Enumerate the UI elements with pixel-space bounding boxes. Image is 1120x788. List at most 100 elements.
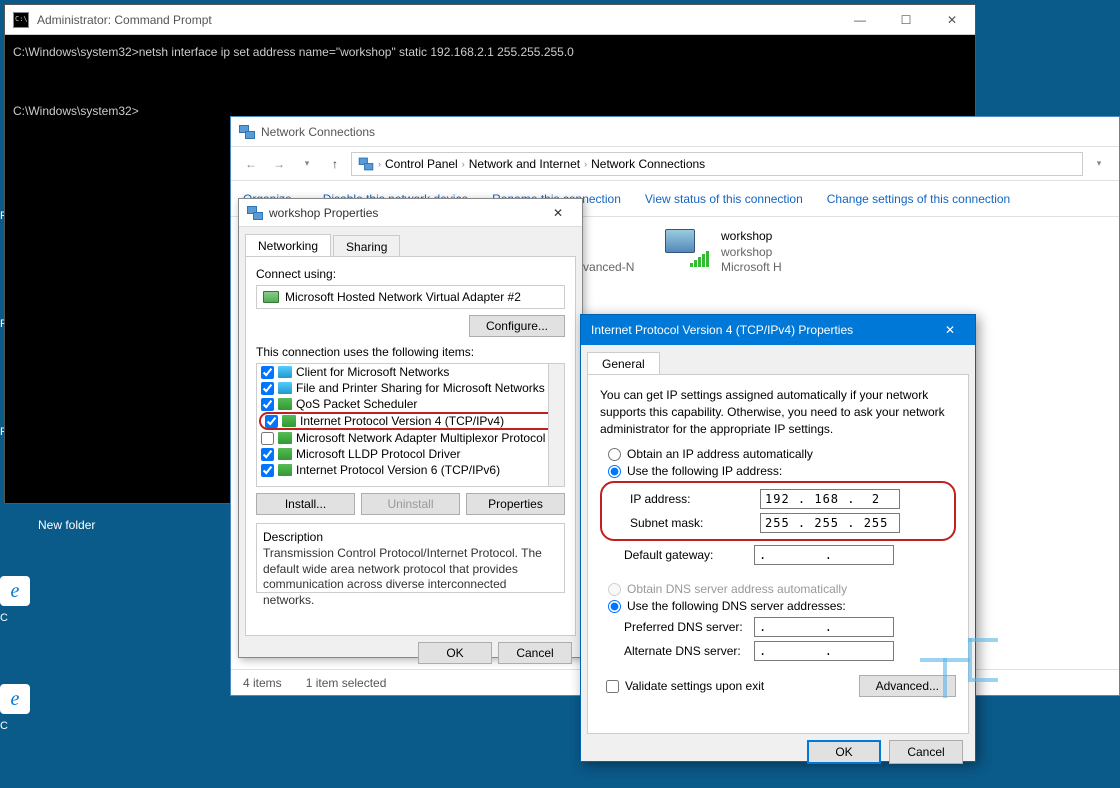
nc-title: Network Connections [261,125,1119,139]
radio[interactable] [608,448,621,461]
radio-dns-manual[interactable]: Use the following DNS server addresses: [608,599,956,613]
wifi-icon [663,229,711,267]
chevron-right-icon: › [462,159,465,169]
alternate-dns-label: Alternate DNS server: [624,644,754,658]
checkbox[interactable] [261,382,274,395]
checkbox[interactable] [261,366,274,379]
list-item[interactable]: Internet Protocol Version 6 (TCP/IPv6) [257,462,564,478]
ip-address-input[interactable] [760,489,900,509]
ie-icon[interactable]: e [0,684,30,714]
breadcrumb-item[interactable]: Network Connections [591,157,705,171]
protocol-icon [278,432,292,444]
clipped-text: C [0,718,8,734]
ipv4-body: You can get IP settings assigned automat… [587,374,969,734]
network-icon [359,157,373,170]
protocol-icon [278,398,292,410]
radio-obtain-auto[interactable]: Obtain an IP address automatically [608,447,956,461]
list-item[interactable]: File and Printer Sharing for Microsoft N… [257,380,564,396]
change-settings-button[interactable]: Change settings of this connection [827,192,1010,206]
description-text: Transmission Control Protocol/Internet P… [263,546,558,608]
view-status-button[interactable]: View status of this connection [645,192,803,206]
cmd-titlebar[interactable]: Administrator: Command Prompt — ☐ ✕ [5,5,975,35]
subnet-mask-input[interactable] [760,513,900,533]
minimize-button[interactable]: — [837,5,883,35]
validate-checkbox[interactable] [606,680,619,693]
list-item[interactable]: Microsoft Network Adapter Multiplexor Pr… [257,430,564,446]
up-button[interactable]: ↑ [323,152,347,176]
radio[interactable] [608,600,621,613]
ok-button[interactable]: OK [807,740,881,764]
checkbox[interactable] [261,398,274,411]
preferred-dns-label: Preferred DNS server: [624,620,754,634]
radio[interactable] [608,465,621,478]
breadcrumb-item[interactable]: Control Panel [385,157,458,171]
list-item[interactable]: QoS Packet Scheduler [257,396,564,412]
validate-row[interactable]: Validate settings upon exit Advanced... [606,675,956,697]
adapter-field: Microsoft Hosted Network Virtual Adapter… [256,285,565,309]
breadcrumb[interactable]: › Control Panel › Network and Internet ›… [351,152,1083,176]
nc-nav: ← → ▾ ↑ › Control Panel › Network and In… [231,147,1119,181]
desktop-folder-label[interactable]: New folder [38,518,95,532]
protocol-icon [278,382,292,394]
cancel-button[interactable]: Cancel [498,642,572,664]
close-button[interactable]: ✕ [542,202,574,224]
configure-button[interactable]: Configure... [469,315,565,337]
props-body: Connect using: Microsoft Hosted Network … [245,256,576,636]
description-label: Description [263,530,558,544]
close-button[interactable]: ✕ [935,318,965,342]
tab-networking[interactable]: Networking [245,234,331,257]
breadcrumb-item[interactable]: Network and Internet [469,157,580,171]
back-button[interactable]: ← [239,152,263,176]
ip-fields-highlight: IP address: Subnet mask: [600,481,956,541]
checkbox[interactable] [261,448,274,461]
protocol-icon [278,366,292,378]
item-count: 4 items [243,676,282,690]
ipv4-properties-dialog: Internet Protocol Version 4 (TCP/IPv4) P… [580,314,976,762]
props-titlebar[interactable]: workshop Properties ✕ [239,199,582,227]
scrollbar[interactable] [548,364,564,486]
nc-titlebar[interactable]: Network Connections [231,117,1119,147]
items-label: This connection uses the following items… [256,345,565,359]
selected-count: 1 item selected [306,676,387,690]
forward-button[interactable]: → [267,152,291,176]
chevron-right-icon: › [584,159,587,169]
watermark-icon [920,638,1000,698]
connection-item-workshop[interactable]: workshop workshop Microsoft H [663,229,783,291]
gateway-input[interactable] [754,545,894,565]
ok-button[interactable]: OK [418,642,492,664]
adapter-icon [263,291,279,303]
checkbox[interactable] [261,464,274,477]
history-button[interactable]: ▾ [295,152,319,176]
checkbox[interactable] [265,415,278,428]
refresh-button[interactable]: ▾ [1087,152,1111,176]
cancel-button[interactable]: Cancel [889,740,963,764]
protocol-list[interactable]: Client for Microsoft Networks File and P… [256,363,565,487]
protocol-icon [282,415,296,427]
install-button[interactable]: Install... [256,493,355,515]
close-button[interactable]: ✕ [929,5,975,35]
ie-icon[interactable]: e [0,576,30,606]
maximize-button[interactable]: ☐ [883,5,929,35]
network-icon [239,125,255,139]
radio-dns-auto: Obtain DNS server address automatically [608,582,956,596]
checkbox[interactable] [261,432,274,445]
description-box: Description Transmission Control Protoco… [256,523,565,593]
radio-use-following[interactable]: Use the following IP address: [608,464,956,478]
list-item[interactable]: Microsoft LLDP Protocol Driver [257,446,564,462]
list-item[interactable]: Client for Microsoft Networks [257,364,564,380]
alternate-dns-input[interactable] [754,641,894,661]
cmd-icon [13,12,29,28]
ip-address-label: IP address: [630,492,760,506]
list-item-ipv4[interactable]: Internet Protocol Version 4 (TCP/IPv4) [259,412,562,430]
ipv4-title: Internet Protocol Version 4 (TCP/IPv4) P… [591,323,935,337]
properties-button[interactable]: Properties [466,493,565,515]
tab-sharing[interactable]: Sharing [333,235,400,258]
tab-general[interactable]: General [587,352,660,375]
ipv4-titlebar[interactable]: Internet Protocol Version 4 (TCP/IPv4) P… [581,315,975,345]
props-title: workshop Properties [269,206,542,220]
protocol-icon [278,448,292,460]
preferred-dns-input[interactable] [754,617,894,637]
connect-using-label: Connect using: [256,267,565,281]
gateway-label: Default gateway: [624,548,754,562]
protocol-icon [278,464,292,476]
